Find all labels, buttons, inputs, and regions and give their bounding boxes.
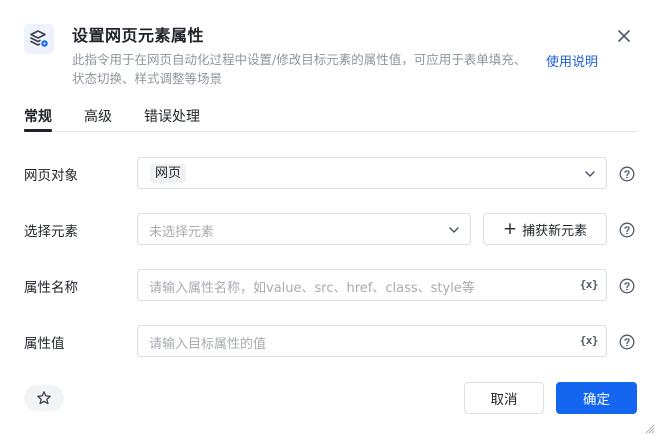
attr-name-label: 属性名称	[24, 280, 78, 296]
help-question-icon[interactable]	[619, 222, 635, 238]
web-object-value: 网页	[150, 164, 187, 183]
active-tab-indicator	[24, 129, 52, 132]
web-object-select[interactable]: 网页	[137, 157, 607, 189]
capture-new-element-button[interactable]: + 捕获新元素	[483, 213, 607, 245]
variable-insert-button[interactable]: {x}	[580, 334, 599, 347]
help-link[interactable]: 使用说明	[546, 51, 598, 70]
element-select[interactable]: 未选择元素	[137, 213, 471, 245]
dialog-description: 此指令用于在网页自动化过程中设置/修改目标元素的属性值，可应用于表单填充、状态切…	[72, 52, 527, 86]
help-question-icon[interactable]	[619, 278, 635, 294]
capture-button-label: 捕获新元素	[522, 223, 588, 239]
help-question-icon[interactable]	[619, 334, 635, 350]
dialog-title: 设置网页元素属性	[72, 26, 205, 45]
chevron-down-icon	[449, 227, 459, 233]
favorite-button[interactable]	[24, 385, 64, 411]
tab-general[interactable]: 常规	[24, 106, 52, 126]
attr-name-input[interactable]: 请输入属性名称，如value、src、href、class、style等 {x}	[137, 269, 607, 301]
tab-advanced[interactable]: 高级	[84, 106, 112, 126]
cancel-button[interactable]: 取消	[464, 382, 544, 414]
help-question-icon[interactable]	[619, 166, 635, 182]
select-element-label: 选择元素	[24, 224, 78, 240]
layers-gear-icon	[24, 24, 54, 54]
tab-bar: 常规 高级 错误处理	[24, 100, 637, 132]
close-icon	[618, 30, 630, 42]
attr-value-label: 属性值	[24, 336, 65, 352]
attr-name-placeholder: 请输入属性名称，如value、src、href、class、style等	[149, 281, 475, 296]
web-object-label: 网页对象	[24, 168, 78, 184]
set-element-attribute-dialog: 设置网页元素属性 此指令用于在网页自动化过程中设置/修改目标元素的属性值，可应用…	[0, 0, 660, 438]
confirm-button[interactable]: 确定	[556, 382, 637, 414]
close-button[interactable]	[614, 26, 634, 46]
tab-error-handling[interactable]: 错误处理	[144, 106, 200, 126]
attr-value-input[interactable]: 请输入目标属性的值 {x}	[137, 325, 607, 357]
variable-insert-button[interactable]: {x}	[580, 278, 599, 291]
chevron-down-icon	[585, 171, 595, 177]
element-select-placeholder: 未选择元素	[149, 225, 215, 240]
plus-icon: +	[502, 218, 518, 239]
attr-value-placeholder: 请输入目标属性的值	[149, 337, 267, 352]
resize-handle-icon[interactable]	[645, 424, 655, 434]
star-icon	[37, 391, 51, 405]
